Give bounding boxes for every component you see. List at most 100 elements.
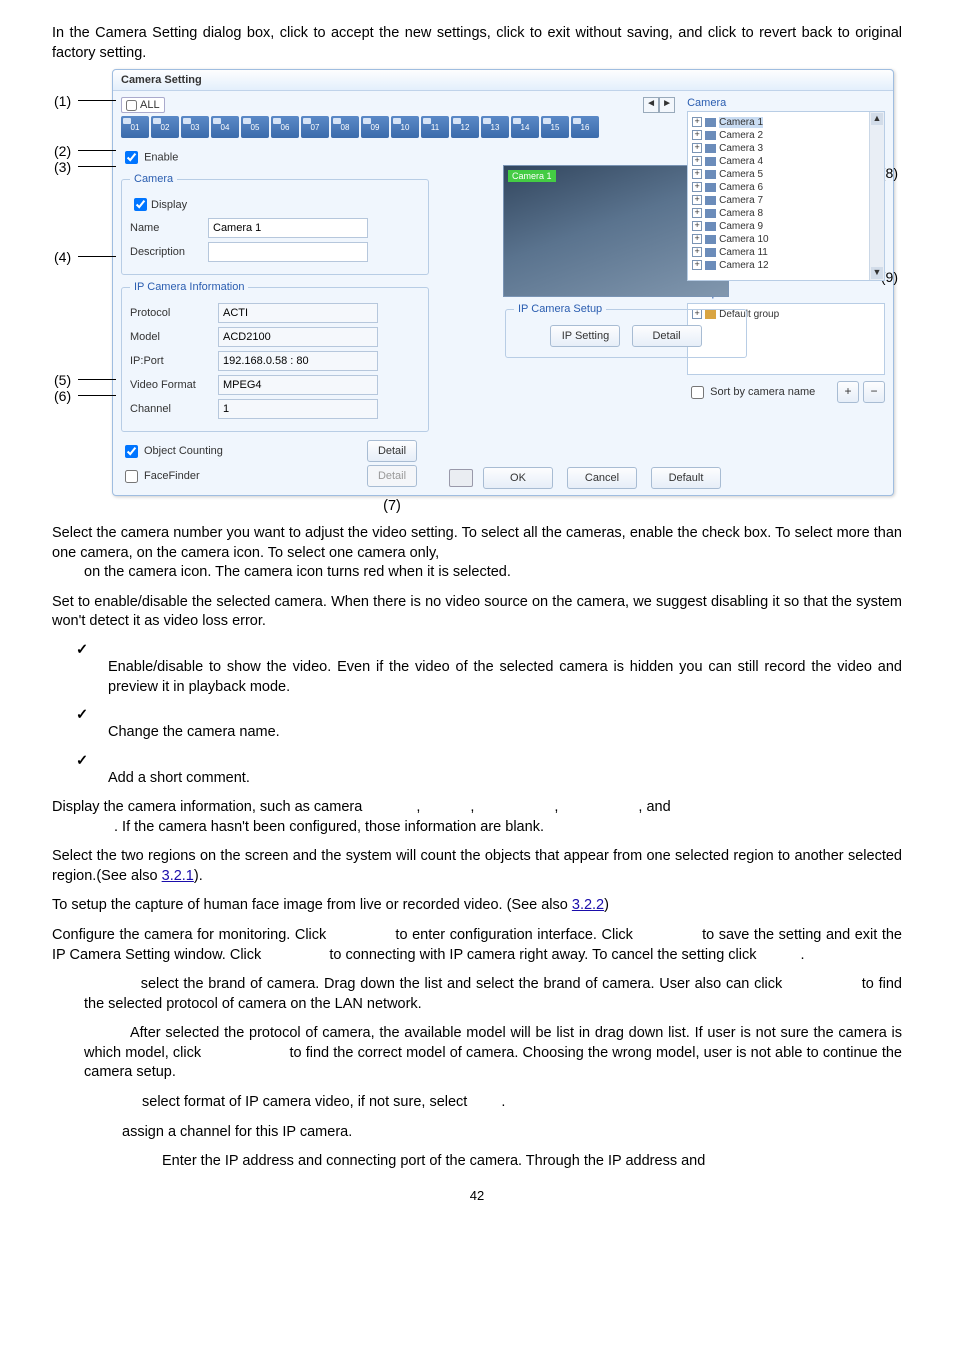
tree-scroll-down[interactable]: ▼ [871, 267, 883, 279]
display-label: Display [151, 199, 187, 211]
paragraph-5: Select the two regions on the screen and… [52, 847, 902, 886]
intro-text: In the Camera Setting dialog box, click … [52, 24, 902, 63]
ipport-label: IP:Port [130, 355, 218, 367]
ok-button[interactable]: OK [483, 467, 553, 489]
object-counting-checkbox[interactable] [125, 445, 138, 458]
default-button[interactable]: Default [651, 467, 721, 489]
page-number: 42 [52, 1188, 902, 1203]
link-3-2-2[interactable]: 3.2.2 [572, 897, 604, 913]
display-checkbox-input[interactable] [134, 198, 147, 211]
camera-icon[interactable]: 02 [151, 116, 179, 138]
bullet-check-icon: ✓ [76, 707, 902, 723]
preview-camera-label: Camera 1 [508, 170, 556, 182]
name-input[interactable] [208, 218, 368, 238]
bullet-check-icon: ✓ [76, 753, 902, 769]
tree-item[interactable]: +Camera 10 [692, 233, 880, 246]
camera-icon[interactable]: 04 [211, 116, 239, 138]
ip-camera-info-fieldset: IP Camera Information Protocol Model IP:… [121, 281, 429, 432]
tree-item[interactable]: +Camera 1 [692, 116, 880, 129]
tree-item[interactable]: +Camera 8 [692, 207, 880, 220]
model-value [218, 327, 378, 347]
ipsetup-legend: IP Camera Setup [514, 303, 606, 315]
camera-tree[interactable]: ▲ ▼ +Camera 1 +Camera 2 +Camera 3 +Camer… [687, 111, 885, 281]
camera-icon[interactable]: 09 [361, 116, 389, 138]
camera-icon[interactable]: 10 [391, 116, 419, 138]
tree-scroll-up[interactable]: ▲ [871, 113, 883, 125]
add-group-button[interactable]: + [837, 381, 859, 403]
camera-icon[interactable]: 01 [121, 116, 149, 138]
ipinfo-legend: IP Camera Information [130, 281, 248, 293]
camera-tree-legend: Camera [687, 97, 885, 109]
all-checkbox[interactable]: ALL [121, 97, 165, 113]
bullet-channel: assign a channel for this IP camera. [122, 1123, 902, 1143]
enable-checkbox-input[interactable] [125, 151, 138, 164]
object-counting-label: Object Counting [144, 445, 223, 457]
paragraph-2: Set to enable/disable the selected camer… [52, 593, 902, 632]
camera-icon[interactable]: 11 [421, 116, 449, 138]
object-counting-detail-button[interactable]: Detail [367, 440, 417, 462]
paragraph-display: Enable/disable to show the video. Even i… [108, 658, 902, 697]
camera-icon-row: 01 02 03 04 05 06 07 08 09 10 11 12 13 1… [121, 116, 675, 138]
keyboard-icon[interactable] [449, 469, 473, 487]
paragraph-description: Add a short comment. [108, 769, 902, 789]
channel-label: Channel [130, 403, 218, 415]
camera-icon[interactable]: 07 [301, 116, 329, 138]
marker-7: (7) [112, 498, 672, 514]
bullet-protocol: select the brand of camera. Drag down th… [84, 975, 902, 1014]
camera-icon[interactable]: 12 [451, 116, 479, 138]
tree-item[interactable]: +Camera 2 [692, 129, 880, 142]
marker-2: (2) [54, 143, 71, 159]
channel-value [218, 399, 378, 419]
tree-item[interactable]: +Camera 4 [692, 155, 880, 168]
model-label: Model [130, 331, 218, 343]
display-checkbox[interactable]: Display [130, 195, 420, 214]
marker-6: (6) [54, 388, 71, 404]
camera-icon[interactable]: 03 [181, 116, 209, 138]
tree-item[interactable]: +Camera 11 [692, 246, 880, 259]
ip-detail-button[interactable]: Detail [632, 325, 702, 347]
tree-item[interactable]: +Camera 12 [692, 259, 880, 272]
sort-label: Sort by camera name [710, 386, 815, 398]
all-checkbox-input[interactable] [126, 100, 137, 111]
bullet-videoformat: select format of IP camera video, if not… [142, 1093, 902, 1113]
tree-item[interactable]: +Camera 7 [692, 194, 880, 207]
camera-icon[interactable]: 08 [331, 116, 359, 138]
description-label: Description [130, 246, 208, 258]
protocol-label: Protocol [130, 307, 218, 319]
camera-icon[interactable]: 16 [571, 116, 599, 138]
videoformat-value [218, 375, 378, 395]
ip-setting-button[interactable]: IP Setting [550, 325, 620, 347]
marker-1: (1) [54, 93, 71, 109]
scroll-left-button[interactable]: ◄ [643, 97, 659, 113]
cancel-button[interactable]: Cancel [567, 467, 637, 489]
dialog-wrap: (1) (2) (3) (4) (5) (6) (8) (9) Camera S… [52, 69, 902, 514]
paragraph-7: Configure the camera for monitoring. Cli… [52, 926, 902, 965]
camera-icon[interactable]: 05 [241, 116, 269, 138]
tree-item[interactable]: +Camera 6 [692, 181, 880, 194]
camera-setting-dialog: Camera Setting ALL ◄► 01 02 03 04 [112, 69, 894, 496]
dialog-title: Camera Setting [113, 70, 893, 91]
marker-4: (4) [54, 249, 71, 265]
paragraph-6: To setup the capture of human face image… [52, 896, 902, 916]
description-input[interactable] [208, 242, 368, 262]
ipport-value [218, 351, 378, 371]
scroll-right-button[interactable]: ► [659, 97, 675, 113]
tree-item[interactable]: +Camera 3 [692, 142, 880, 155]
sort-checkbox[interactable] [691, 386, 704, 399]
link-3-2-1[interactable]: 3.2.1 [162, 868, 194, 884]
camera-icon[interactable]: 06 [271, 116, 299, 138]
facefinder-checkbox[interactable] [125, 470, 138, 483]
tree-item[interactable]: +Camera 5 [692, 168, 880, 181]
protocol-value [218, 303, 378, 323]
tree-item[interactable]: +Camera 9 [692, 220, 880, 233]
remove-group-button[interactable]: − [863, 381, 885, 403]
camera-fieldset: Camera Display Name Description [121, 173, 429, 275]
paragraph-1: Select the camera number you want to adj… [52, 524, 902, 583]
camera-legend: Camera [130, 173, 177, 185]
marker-5: (5) [54, 372, 71, 388]
paragraph-name: Change the camera name. [108, 723, 902, 743]
marker-3: (3) [54, 159, 71, 175]
camera-icon[interactable]: 15 [541, 116, 569, 138]
camera-icon[interactable]: 14 [511, 116, 539, 138]
camera-icon[interactable]: 13 [481, 116, 509, 138]
